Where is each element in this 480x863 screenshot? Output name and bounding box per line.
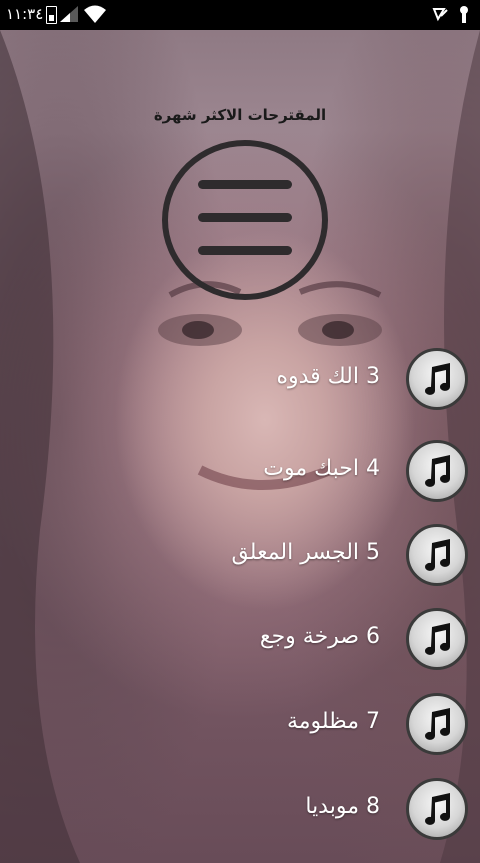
menu-button[interactable] <box>162 140 328 300</box>
music-note-icon[interactable] <box>406 608 468 670</box>
music-note-icon[interactable] <box>406 693 468 755</box>
music-note-icon[interactable] <box>406 524 468 586</box>
song-row[interactable]: 6 صرخة وجع <box>0 600 480 680</box>
song-list[interactable]: 3 الك قدوه 4 احبك موت 5 الجسر المعلق 6 ص… <box>0 340 480 863</box>
music-note-icon[interactable] <box>406 348 468 410</box>
song-title: 6 صرخة وجع <box>259 624 380 649</box>
wifi-icon <box>84 5 106 23</box>
song-row[interactable]: 3 الك قدوه <box>0 348 480 428</box>
page-title: المقترحات الاكثر شهرة <box>153 106 327 124</box>
song-title: 4 احبك موت <box>263 456 380 481</box>
notification-icon <box>432 8 448 22</box>
status-bar: ١١:٣٤ <box>0 0 480 30</box>
music-note-icon[interactable] <box>406 440 468 502</box>
lock-icon <box>460 6 468 23</box>
song-title: 3 الك قدوه <box>276 364 380 389</box>
song-row[interactable]: 7 مظلومة <box>0 685 480 765</box>
song-row[interactable]: 8 موبديا <box>0 770 480 850</box>
battery-icon <box>46 6 57 24</box>
music-note-icon[interactable] <box>406 778 468 840</box>
song-row[interactable]: 4 احبك موت <box>0 432 480 512</box>
signal-icon <box>60 6 78 22</box>
song-row[interactable]: 5 الجسر المعلق <box>0 516 480 596</box>
song-title: 5 الجسر المعلق <box>231 540 380 565</box>
status-time: ١١:٣٤ <box>6 5 44 23</box>
song-title: 7 مظلومة <box>286 709 380 734</box>
song-title: 8 موبديا <box>305 794 380 819</box>
app-screen: ١١:٣٤ المقترحات الاكثر شهرة 3 الك قدوه 4… <box>0 0 480 863</box>
